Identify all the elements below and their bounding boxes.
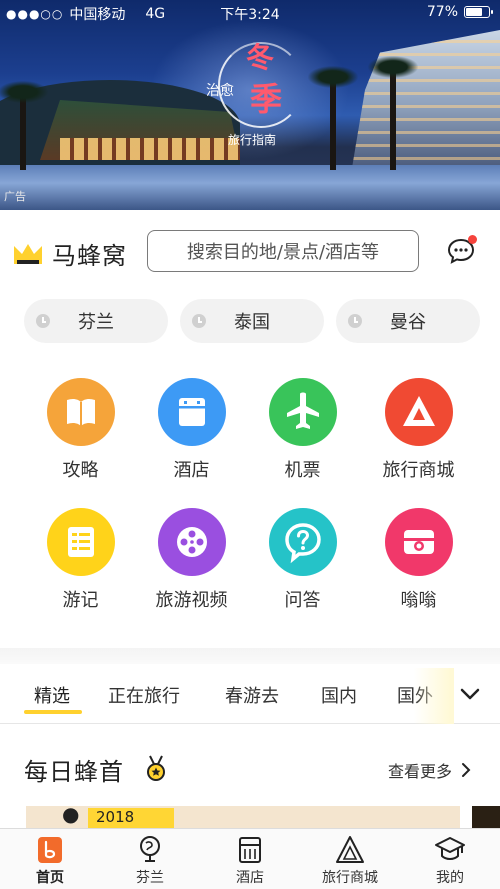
feature-guide[interactable]: 攻略 [18,378,143,482]
section-divider [0,648,500,664]
nav-label: 首页 [36,870,64,886]
bottom-nav: 首页 芬兰 酒店 旅行商城 我的 [0,828,500,889]
nav-label: 芬兰 [136,870,164,886]
graduation-cap-icon [434,833,466,865]
feature-label: 游记 [62,590,99,611]
feature-label: 攻略 [62,460,99,481]
nav-label: 旅行商城 [322,870,378,886]
medal-icon [144,754,168,782]
search-input[interactable]: 搜索目的地/景点/酒店等 [147,230,419,272]
tab-featured[interactable]: 精选 [34,682,70,708]
airplane-icon [268,378,337,446]
ad-label: 广告 [4,190,26,203]
feature-mall[interactable]: 旅行商城 [356,378,481,482]
nav-mall[interactable]: 旅行商城 [300,833,400,887]
tab-spring-trip[interactable]: 春游去 [225,682,279,708]
active-tab-indicator [24,710,82,714]
card-year: 2018 [88,808,174,828]
notes-icon [46,508,115,576]
feature-label: 旅游视频 [155,590,228,611]
banner-ad[interactable]: 冬 季 治愈 旅行指南 广告 [0,0,500,210]
tab-traveling[interactable]: 正在旅行 [108,682,180,708]
clock-icon [348,314,362,328]
feature-flights[interactable]: 机票 [240,378,365,482]
film-reel-icon [157,508,226,576]
nav-destination[interactable]: 芬兰 [100,833,200,887]
recent-chip[interactable]: 泰国 [180,299,324,343]
see-more-link[interactable]: 查看更多 [388,758,472,782]
feature-grid: 攻略 酒店 机票 旅行商城 游记 旅游视频 问答 嗡嗡 [0,378,500,618]
feature-label: 嗡嗡 [400,590,437,611]
banner-title-small-1: 治愈 [206,83,234,99]
daily-card[interactable]: ● 2018 [26,806,460,828]
feature-qa[interactable]: 问答 [240,508,365,612]
palm-tree [368,56,418,170]
battery-icon [464,6,493,18]
category-tabs: 精选 正在旅行 春游去 国内 国外 [0,668,500,724]
feature-label: 机票 [284,460,321,481]
hotel-icon [157,378,226,446]
tab-domestic[interactable]: 国内 [321,682,357,708]
feature-hotel[interactable]: 酒店 [129,378,254,482]
tab-fade [414,668,454,724]
camera-icon [384,508,453,576]
see-more-label: 查看更多 [387,762,452,781]
nav-label: 酒店 [236,870,264,886]
chevron-right-icon [462,763,471,777]
banner-title-big-1: 冬 [246,41,275,74]
question-icon [268,508,337,576]
card-decoration: ● [62,806,80,826]
nav-label: 我的 [436,870,464,886]
mountain-icon [334,833,366,865]
feature-video[interactable]: 旅游视频 [129,508,254,612]
battery-percent: 77% [426,4,458,20]
notification-dot [468,235,477,244]
globe-icon [134,833,166,865]
feature-wengweng[interactable]: 嗡嗡 [356,508,481,612]
recent-chip-label: 曼谷 [390,312,426,333]
home-icon [34,833,66,865]
chevron-down-icon[interactable] [458,682,482,706]
nav-hotel[interactable]: 酒店 [200,833,300,887]
clock-icon [192,314,206,328]
feature-label: 旅行商城 [382,460,455,481]
recent-chip[interactable]: 芬兰 [24,299,168,343]
recent-chip[interactable]: 曼谷 [336,299,480,343]
mountain-icon [384,378,453,446]
banner-hotel [350,30,500,180]
hotel-icon [234,833,266,865]
recent-chip-label: 芬兰 [78,312,114,333]
recent-chip-label: 泰国 [234,312,270,333]
recent-destinations: 芬兰 泰国 曼谷 [24,299,480,343]
banner-title-big-2: 季 [250,80,283,118]
brand-logo-icon [12,240,44,268]
banner-pool [0,165,500,210]
section-title: 每日蜂首 [24,758,124,786]
clock: 下午3:24 [220,7,280,23]
brand[interactable]: 马蜂窝 [12,236,127,271]
book-icon [46,378,115,446]
brand-name: 马蜂窝 [52,242,127,270]
feature-travelogue[interactable]: 游记 [18,508,143,612]
nav-home[interactable]: 首页 [0,833,100,887]
feature-label: 酒店 [173,460,210,481]
banner-title-small-2: 旅行指南 [228,133,277,147]
header: 马蜂窝 搜索目的地/景点/酒店等 [0,214,500,290]
palm-tree [308,66,358,170]
search-placeholder: 搜索目的地/景点/酒店等 [186,242,380,263]
banner-lights [60,138,240,160]
status-bar: ●●●○○ 中国移动 4G 下午3:24 77% [0,0,500,26]
palm-tree [0,81,48,170]
clock-icon [36,314,50,328]
daily-card-next[interactable] [472,806,500,828]
nav-profile[interactable]: 我的 [400,833,500,887]
feature-label: 问答 [284,590,321,611]
message-button[interactable] [446,235,477,266]
